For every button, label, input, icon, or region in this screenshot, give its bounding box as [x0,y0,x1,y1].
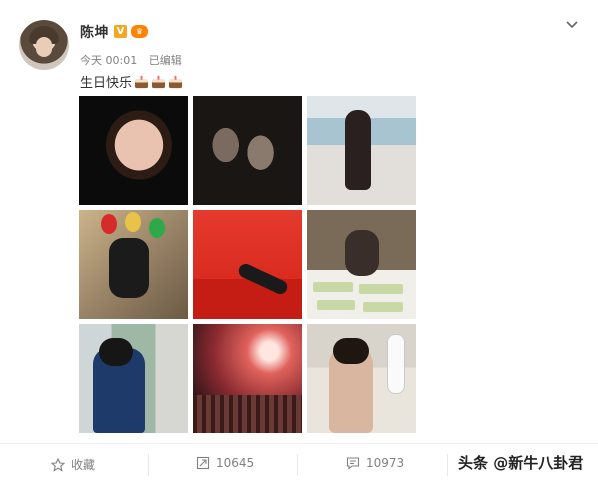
repost-button[interactable]: 10645 [196,456,254,470]
repost-icon [196,456,210,470]
photo-thumbnail[interactable] [193,96,302,205]
photo-thumbnail[interactable] [307,96,416,205]
photo-figure [345,230,379,276]
watermark: 头条 @新牛八卦君 [458,454,584,472]
comment-count: 10973 [366,456,405,470]
photo-figure [345,110,371,190]
photo-thumbnail[interactable] [193,324,302,433]
photo-hair [333,338,369,364]
photo-thumbnail[interactable] [79,324,188,433]
photo-food [317,300,355,310]
post-timestamp[interactable]: 今天 00:01 [80,54,137,67]
cake-icon [134,75,149,89]
vip-badge-icon: ♛ [131,25,148,38]
divider [148,454,149,476]
comment-button[interactable]: 10973 [346,456,404,470]
comment-icon [346,457,360,470]
divider [447,454,448,476]
photo-thumbnail[interactable] [79,96,188,205]
photo-thumbnail[interactable] [307,210,416,319]
post-meta: 今天 00:01 已编辑 [80,52,190,68]
photo-grid [79,96,417,434]
edited-label[interactable]: 已编辑 [149,54,182,67]
star-icon [51,457,65,472]
favorite-label: 收藏 [71,458,96,472]
photo-food [363,302,403,312]
photo-balloon [101,214,117,234]
favorite-button[interactable]: 收藏 [51,456,95,473]
author-name[interactable]: 陈坤 [80,22,109,42]
chevron-down-icon[interactable] [565,18,579,32]
photo-hair [99,338,133,366]
avatar-face [36,37,52,57]
photo-balloon [125,212,141,232]
verified-icon: V [114,25,127,38]
cake-icon [168,75,183,89]
photo-thumbnail[interactable] [307,324,416,433]
avatar[interactable] [19,20,69,70]
photo-thumbnail[interactable] [193,210,302,319]
photo-food [313,282,353,292]
photo-figure-standing [387,334,405,394]
photo-thumbnail[interactable] [79,210,188,319]
photo-railing [193,395,302,433]
repost-count: 10645 [216,456,255,470]
post-content: 生日快乐 [80,72,183,91]
cake-icon [151,75,166,89]
post-text: 生日快乐 [80,76,133,91]
divider [297,454,298,476]
photo-balloon [149,218,165,238]
photo-food [359,284,403,294]
photo-figure [109,238,149,298]
